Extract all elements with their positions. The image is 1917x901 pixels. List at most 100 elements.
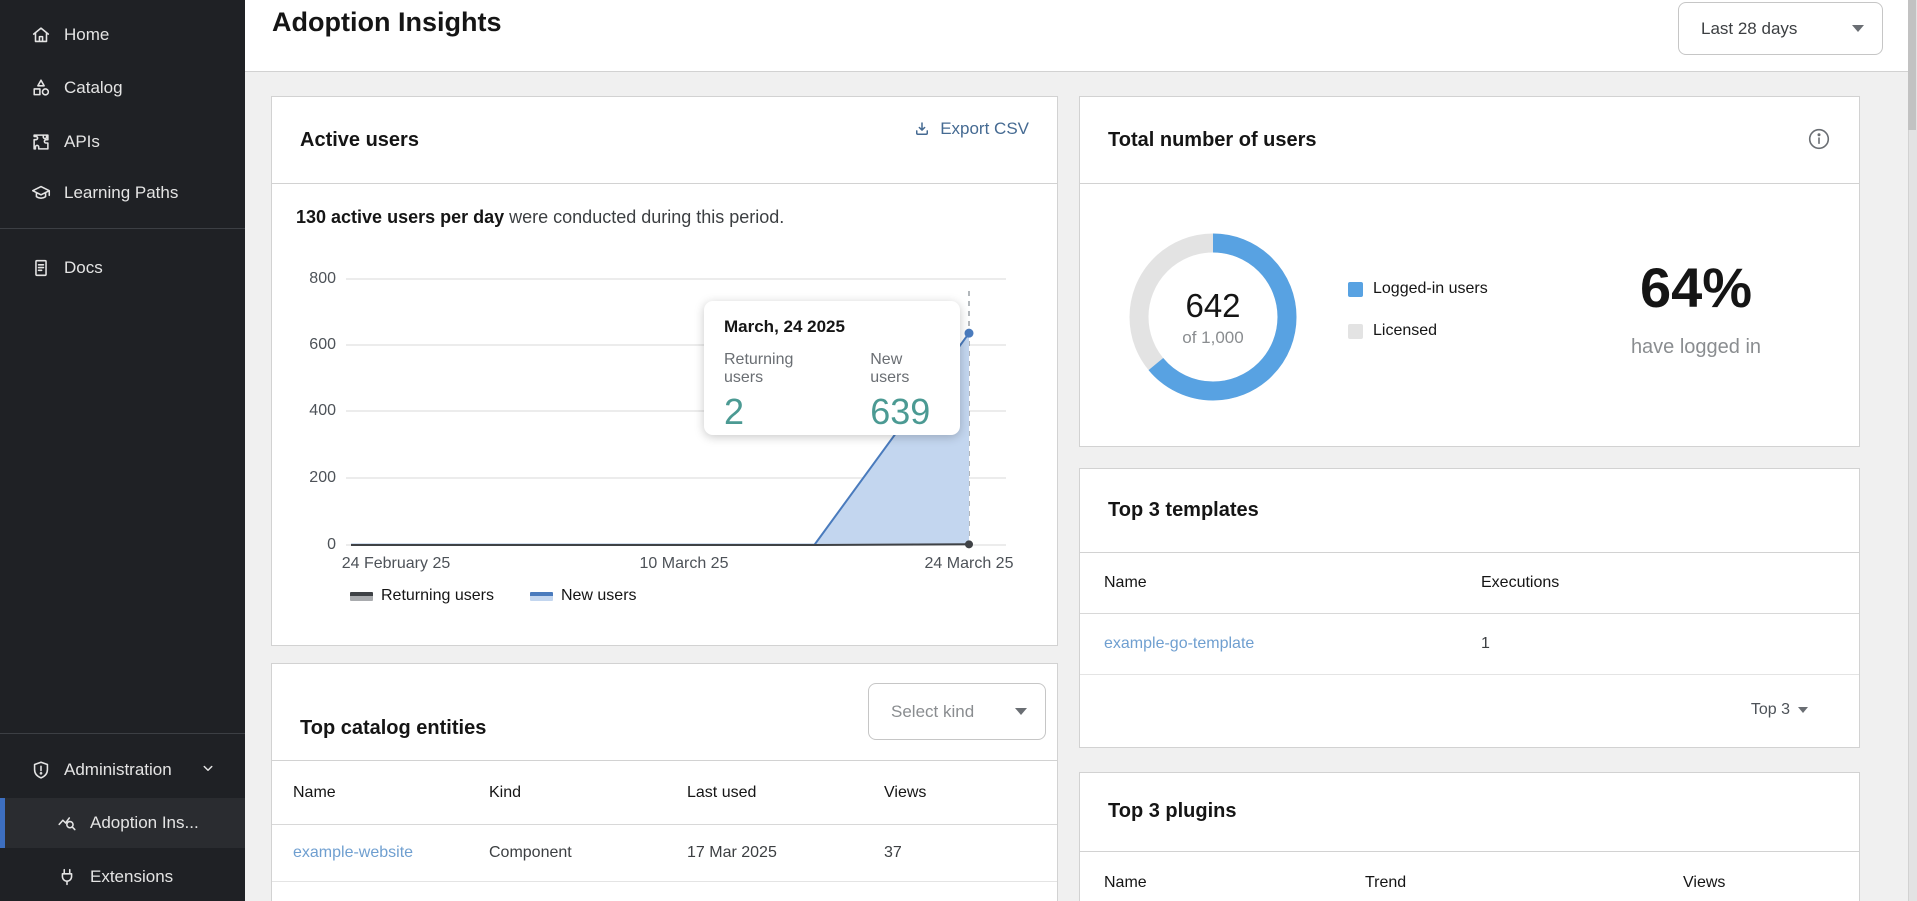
x-tick-label: 24 March 25 <box>889 555 1049 573</box>
hover-point-returning-users <box>965 540 973 548</box>
kind-value: Component <box>489 844 572 862</box>
card-title: Active users <box>300 129 419 152</box>
adoption-insights-icon <box>56 812 78 834</box>
percentage-caption: have logged in <box>1546 336 1846 359</box>
divider <box>1080 674 1859 675</box>
top-templates-card: Top 3 templates Name Executions example-… <box>1079 468 1860 748</box>
sidebar-item-label: Extensions <box>90 867 173 887</box>
table-row: example-website Component 17 Mar 2025 37 <box>272 825 1057 881</box>
column-header-name: Name <box>1104 574 1147 592</box>
scrollbar-thumb[interactable] <box>1908 0 1916 130</box>
sidebar-item-label: Adoption Ins... <box>90 813 199 833</box>
page-scrollbar[interactable] <box>1908 0 1917 901</box>
download-icon <box>913 120 931 138</box>
column-header-executions: Executions <box>1481 574 1559 592</box>
table-header-row: Name Kind Last used Views <box>272 761 1057 824</box>
x-tick-label: 10 March 25 <box>604 555 764 573</box>
sidebar-item-label: Home <box>64 25 109 45</box>
select-kind-dropdown[interactable]: Select kind <box>868 683 1046 740</box>
card-title: Top catalog entities <box>300 717 486 740</box>
top-plugins-card: Top 3 plugins Name Trend Views <box>1079 772 1860 901</box>
sidebar-item-administration[interactable]: Administration <box>0 746 245 794</box>
card-header: Top 3 templates <box>1080 469 1859 553</box>
sidebar-item-docs[interactable]: Docs <box>0 244 245 292</box>
period-select-value: Last 28 days <box>1701 19 1797 39</box>
sidebar-item-extensions[interactable]: Extensions <box>0 853 245 901</box>
x-tick-label: 24 February 25 <box>316 555 476 573</box>
card-header: Active users Export CSV <box>272 97 1057 184</box>
sidebar: Home Catalog APIs Learning Paths Docs <box>0 0 245 901</box>
sidebar-item-label: Catalog <box>64 78 123 98</box>
legend-label: Returning users <box>381 587 494 605</box>
tooltip-label: New users <box>870 351 940 387</box>
donut-sub-label: of 1,000 <box>1133 328 1293 348</box>
column-header-views: Views <box>1683 874 1725 892</box>
hover-point-new-users <box>965 329 974 338</box>
legend-label: Logged-in users <box>1373 280 1488 298</box>
top-3-filter[interactable]: Top 3 <box>1751 701 1808 719</box>
tooltip-returning: Returning users 2 <box>724 351 828 433</box>
legend-item-returning-users: Returning users <box>350 587 494 605</box>
card-title: Top 3 templates <box>1108 499 1259 522</box>
executions-value: 1 <box>1481 635 1490 653</box>
column-header-name: Name <box>1104 874 1147 892</box>
template-link[interactable]: example-go-template <box>1104 635 1254 653</box>
donut-value: 642 <box>1133 287 1293 325</box>
tooltip-new: New users 639 <box>870 351 940 433</box>
sidebar-divider <box>0 228 245 229</box>
chevron-down-icon[interactable] <box>199 759 217 782</box>
sidebar-divider <box>0 733 245 734</box>
chevron-down-icon <box>1015 708 1027 715</box>
licensed-swatch <box>1348 324 1363 339</box>
column-header-views: Views <box>884 784 926 802</box>
sidebar-item-learning-paths[interactable]: Learning Paths <box>0 169 245 217</box>
logged-in-swatch <box>1348 282 1363 297</box>
legend-item-licensed: Licensed <box>1348 322 1488 340</box>
column-header-trend: Trend <box>1365 874 1406 892</box>
sidebar-item-label: Docs <box>64 258 103 278</box>
table-header-row: Name Trend Views <box>1080 852 1859 901</box>
extensions-plug-icon <box>56 866 78 888</box>
export-csv-label: Export CSV <box>940 119 1029 139</box>
column-header-kind: Kind <box>489 784 521 802</box>
logged-in-percentage: 64% <box>1546 255 1846 320</box>
table-header-row: Name Executions <box>1080 553 1859 613</box>
learning-paths-icon <box>30 182 52 204</box>
administration-shield-icon <box>30 759 52 781</box>
table-row: example-go-template 1 <box>1080 614 1859 674</box>
sidebar-item-label: Learning Paths <box>64 183 178 203</box>
chart-tooltip: March, 24 2025 Returning users 2 New use… <box>704 301 960 435</box>
sidebar-item-apis[interactable]: APIs <box>0 118 245 166</box>
entity-link[interactable]: example-website <box>293 844 413 862</box>
sidebar-item-home[interactable]: Home <box>0 11 245 59</box>
returning-users-line <box>351 544 969 545</box>
sidebar-item-catalog[interactable]: Catalog <box>0 64 245 112</box>
tooltip-value: 639 <box>870 391 940 433</box>
card-header: Top 3 plugins <box>1080 773 1859 852</box>
info-icon[interactable] <box>1807 127 1831 156</box>
chevron-down-icon <box>1852 25 1864 32</box>
sidebar-item-adoption-insights[interactable]: Adoption Ins... <box>0 798 245 848</box>
catalog-icon <box>30 77 52 99</box>
selected-item-indicator <box>0 798 5 848</box>
legend-label: New users <box>561 587 637 605</box>
page-title: Adoption Insights <box>272 7 501 38</box>
active-users-card: Active users Export CSV 130 active users… <box>271 96 1058 646</box>
chart-legend: Returning users New users <box>350 587 637 605</box>
adoption-insights-page: Home Catalog APIs Learning Paths Docs <box>0 0 1917 901</box>
top-3-label: Top 3 <box>1751 701 1790 719</box>
donut-legend: Logged-in users Licensed <box>1348 280 1488 364</box>
card-header: Top catalog entities Select kind <box>272 664 1057 761</box>
divider <box>272 881 1057 882</box>
export-csv-button[interactable]: Export CSV <box>913 119 1029 139</box>
views-value: 37 <box>884 844 902 862</box>
card-title: Top 3 plugins <box>1108 800 1237 823</box>
period-select[interactable]: Last 28 days <box>1678 2 1883 55</box>
tooltip-value: 2 <box>724 391 828 433</box>
last-used-value: 17 Mar 2025 <box>687 844 777 862</box>
tooltip-label: Returning users <box>724 351 828 387</box>
select-kind-placeholder: Select kind <box>891 702 974 722</box>
percentage-block: 64% have logged in <box>1546 255 1846 359</box>
header-divider <box>245 71 1908 72</box>
chevron-down-icon <box>1798 707 1808 713</box>
